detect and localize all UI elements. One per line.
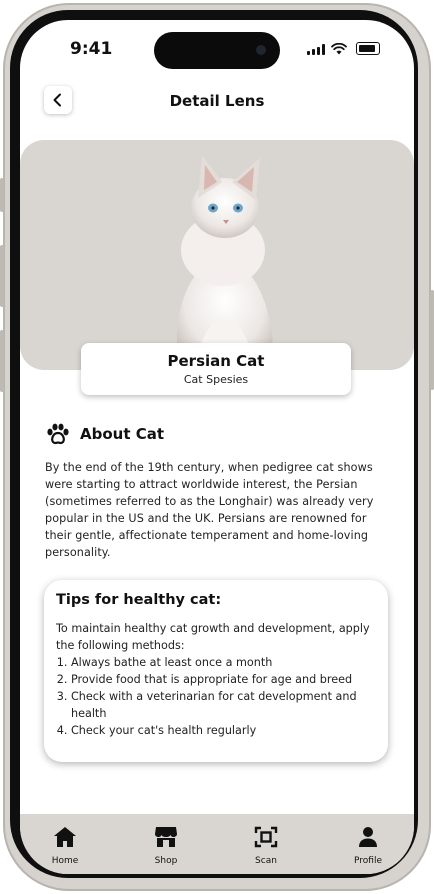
silent-switch [0,178,4,212]
shop-icon [155,827,177,847]
nav-label-profile: Profile [354,856,382,866]
home-icon [54,827,76,847]
volume-down-button [0,330,4,392]
tips-intro: To maintain healthy cat growth and devel… [56,622,370,652]
nav-item-profile[interactable]: Profile [333,826,403,866]
battery-icon [356,42,380,55]
profile-icon [359,827,377,847]
pet-name: Persian Cat [167,352,265,370]
bottom-nav: Home Shop Scan Profile [20,814,414,874]
paw-icon [47,423,69,445]
scan-icon [254,826,278,848]
camera-icon [256,45,266,55]
pet-category: Cat Spesies [183,373,249,386]
tips-list: Always bathe at least once a month Provi… [56,654,391,739]
nav-item-home[interactable]: Home [30,826,100,866]
tip-item: Check with a veterinarian for cat develo… [71,688,391,722]
nav-label-scan: Scan [255,856,277,866]
about-description: By the end of the 19th century, when ped… [45,461,374,559]
cellular-signal-icon [307,44,325,55]
status-bar: 9:41 [20,20,414,80]
nav-label-shop: Shop [154,856,178,866]
persian-cat-illustration [176,155,273,370]
nav-label-home: Home [51,856,79,866]
status-icons [307,42,380,55]
tip-item: Check your cat's health regularly [71,722,391,739]
tip-item: Provide food that is appropriate for age… [71,671,391,688]
volume-up-button [0,245,4,307]
page-title: Detail Lens [169,92,265,110]
tips-card: Tips for healthy cat: To maintain health… [44,580,388,762]
wifi-icon [331,43,347,55]
nav-item-scan[interactable]: Scan [231,826,301,866]
tip-item: Always bathe at least once a month [71,654,391,671]
about-heading: About Cat [80,425,165,443]
cat-photo [20,140,414,370]
about-heading-row: About Cat [46,423,164,445]
pet-name-card: Persian Cat Cat Spesies [81,343,351,395]
screen: 9:41 Detail Lens Persian Cat Cat Spesies… [20,20,414,874]
tips-heading: Tips for healthy cat: [56,592,222,608]
nav-item-shop[interactable]: Shop [131,826,201,866]
dynamic-island [154,32,280,69]
power-button [430,290,434,390]
status-time: 9:41 [70,39,113,59]
